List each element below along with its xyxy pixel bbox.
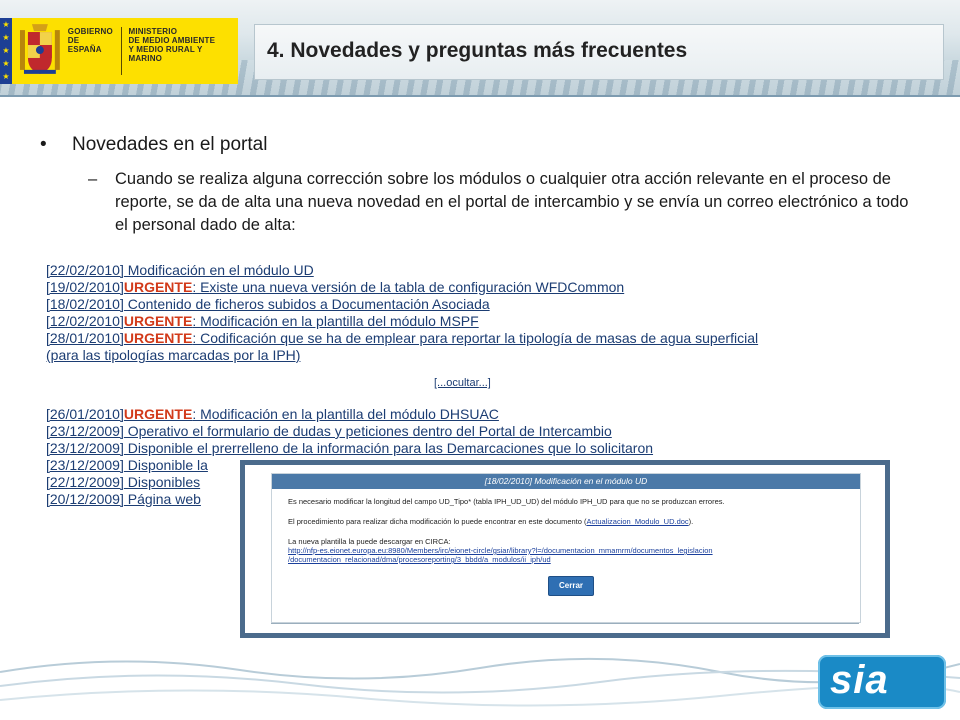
popup-circa-link-cont[interactable]: /documentacion_relacionad/dma/procesorep… [288,555,551,564]
news-date: [20/12/2009] [46,491,124,507]
popup-doc-link[interactable]: Actualizacion_Modulo_UD.doc [587,517,689,526]
footer-wave-decoration [0,657,960,707]
news-date: [19/02/2010] [46,279,124,295]
news-urgent-label: URGENTE [123,406,193,422]
popup-line-2-pre: El procedimiento para realizar dicha mod… [288,517,587,526]
news-item[interactable]: [18/02/2010] Contenido de ficheros subid… [46,296,490,313]
news-text: Disponibles [123,474,201,490]
news-text: Disponible la [123,457,208,473]
header-divider [0,95,960,97]
bullet-dot: • [40,134,47,155]
news-urgent-label: URGENTE [123,313,193,329]
sia-logo-text: sia [830,658,889,702]
news-date: [28/01/2010] [46,330,124,346]
news-item[interactable]: [19/02/2010]URGENTE: Existe una nueva ve… [46,279,624,296]
popup-header: [18/02/2010] Modificación en el módulo U… [272,474,860,489]
gobierno-label: GOBIERNO DE ESPAÑA [67,27,113,54]
news-popup: [18/02/2010] Modificación en el módulo U… [240,460,890,638]
news-date: [26/01/2010] [46,406,124,422]
news-text: Página web [123,491,201,507]
news-text: : Modificación en la plantilla del módul… [192,406,499,422]
news-text: Modificación en el módulo UD [123,262,314,278]
popup-line-2-post: ). [688,517,694,526]
news-item[interactable]: [23/12/2009] Operativo el formulario de … [46,423,612,440]
news-text: (para las tipologías marcadas por la IPH… [46,347,301,363]
page-title: 4. Novedades y preguntas más frecuentes [267,39,688,62]
popup-line-2: El procedimiento para realizar dicha mod… [288,517,693,526]
bullet-text: Novedades en el portal [72,134,268,155]
news-item-continuation[interactable]: (para las tipologías marcadas por la IPH… [46,347,300,364]
news-text: Operativo el formulario de dudas y petic… [123,423,612,439]
news-item[interactable]: [23/12/2009] Disponible el prerrelleno d… [46,440,653,457]
news-item[interactable]: [20/12/2009] Página web [46,491,201,508]
news-item[interactable]: [22/12/2009] Disponibles [46,474,200,491]
gobierno-label-col: GOBIERNO DE ESPAÑA [68,17,116,85]
news-text: : Codificación que se ha de emplear para… [192,330,759,346]
news-text: : Modificación en la plantilla del módul… [192,313,479,329]
coat-of-arms-icon [19,24,60,74]
news-item[interactable]: [22/02/2010] Modificación en el módulo U… [46,262,314,279]
popup-bottom-line [271,623,859,624]
eu-flag-icon: ★ ★ ★ ★ ★ [0,18,12,84]
sub-bullet-dash: – [88,170,98,188]
news-date: [22/02/2010] [46,262,124,278]
news-text: : Existe una nueva versión de la tabla d… [192,279,625,295]
popup-content: [18/02/2010] Modificación en el módulo U… [271,473,861,623]
header-banner: ★ ★ ★ ★ ★ GOBIERNO DE ESPAÑA MINISTERIO DE M… [0,0,960,96]
sub-bullet-text: Cuando se realiza alguna corrección sobr… [115,170,909,234]
popup-line-1: Es necesario modificar la longitud del c… [288,497,725,506]
title-box: 4. Novedades y preguntas más frecuentes [254,24,944,80]
cerrar-button[interactable]: Cerrar [548,576,594,596]
news-text: Contenido de ficheros subidos a Document… [123,296,490,312]
popup-line-3: La nueva plantilla la puede descargar en… [288,537,451,546]
news-text: Disponible el prerrelleno de la informac… [123,440,654,456]
news-urgent-label: URGENTE [123,330,193,346]
news-item[interactable]: [26/01/2010]URGENTE: Modificación en la … [46,406,499,423]
ministerio-label: MINISTERIO DE MEDIO AMBIENTE Y MEDIO RUR… [128,27,216,63]
news-item[interactable]: [12/02/2010]URGENTE: Modificación en la … [46,313,479,330]
logo-separator [121,27,123,75]
news-date: [22/12/2009] [46,474,124,490]
gobierno-logo: ★ ★ ★ ★ ★ GOBIERNO DE ESPAÑA MINISTERIO DE M… [0,18,238,84]
news-item[interactable]: [28/01/2010]URGENTE: Codificación que se… [46,330,758,347]
news-date: [12/02/2010] [46,313,124,329]
news-date: [23/12/2009] [46,457,124,473]
ministerio-label-col: MINISTERIO DE MEDIO AMBIENTE Y MEDIO RUR… [128,17,238,85]
news-date: [18/02/2010] [46,296,124,312]
popup-circa-link[interactable]: http://nfp-es.eionet.europa.eu:8980/Memb… [288,546,713,555]
news-date: [23/12/2009] [46,440,124,456]
sia-logo: sia [818,655,946,709]
news-item[interactable]: [23/12/2009] Disponible la [46,457,208,474]
news-date: [23/12/2009] [46,423,124,439]
ocultar-link[interactable]: [...ocultar...] [434,377,491,389]
news-urgent-label: URGENTE [123,279,193,295]
